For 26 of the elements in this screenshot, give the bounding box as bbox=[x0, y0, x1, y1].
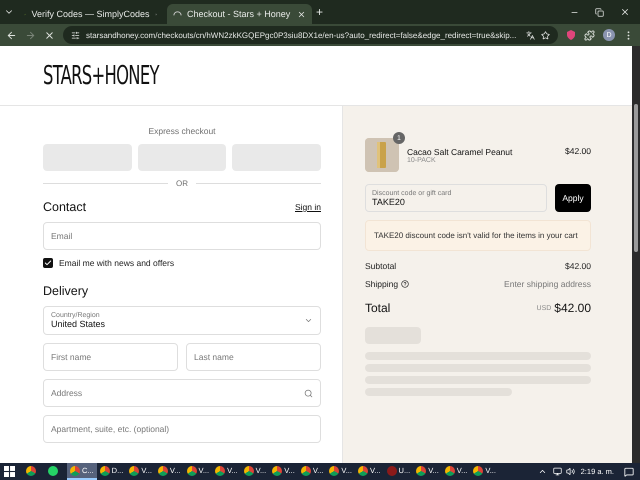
first-name-field[interactable]: First name bbox=[43, 343, 178, 371]
new-tab-button[interactable]: + bbox=[316, 5, 324, 19]
shipping-value: Enter shipping address bbox=[504, 279, 591, 289]
total-value: $42.00 bbox=[554, 301, 591, 315]
email-field[interactable]: Email bbox=[43, 222, 321, 250]
contact-heading: Contact bbox=[43, 200, 86, 214]
newsletter-label: Email me with news and offers bbox=[59, 258, 174, 268]
sign-in-link[interactable]: Sign in bbox=[295, 202, 321, 212]
total-label: Total bbox=[365, 301, 390, 315]
address-bar[interactable]: starsandhoney.com/checkouts/cn/hWN2zkKGQEPgc0P3siu8DX1e/en-us?auto_redirect=false&edge_redirect=true&skip... bbox=[63, 26, 558, 44]
delivery-heading: Delivery bbox=[43, 284, 88, 298]
product-price: $42.00 bbox=[565, 146, 591, 156]
last-name-field[interactable]: Last name bbox=[186, 343, 321, 371]
subtotal-label: Subtotal bbox=[365, 261, 396, 271]
or-divider-text: OR bbox=[176, 179, 188, 188]
shipping-label: Shipping bbox=[365, 279, 398, 289]
address-field[interactable]: Address bbox=[43, 379, 321, 407]
product-name: Cacao Salt Caramel Peanut bbox=[407, 146, 514, 156]
express-checkout-title: Express checkout bbox=[147, 126, 217, 136]
browser-tab[interactable]: Verify Codes — SimplyCodes bbox=[18, 4, 163, 24]
browser-tab[interactable]: Checkout - Stars + Honey bbox=[167, 4, 312, 24]
discount-error-message: TAKE20 discount code isn't valid for the items in your cart bbox=[365, 220, 591, 251]
apply-button[interactable]: Apply bbox=[555, 184, 591, 212]
store-logo[interactable]: STARS+HONEY bbox=[43, 60, 159, 90]
subtotal-value: $42.00 bbox=[565, 261, 591, 271]
apartment-field[interactable]: Apartment, suite, etc. (optional) bbox=[43, 415, 321, 443]
